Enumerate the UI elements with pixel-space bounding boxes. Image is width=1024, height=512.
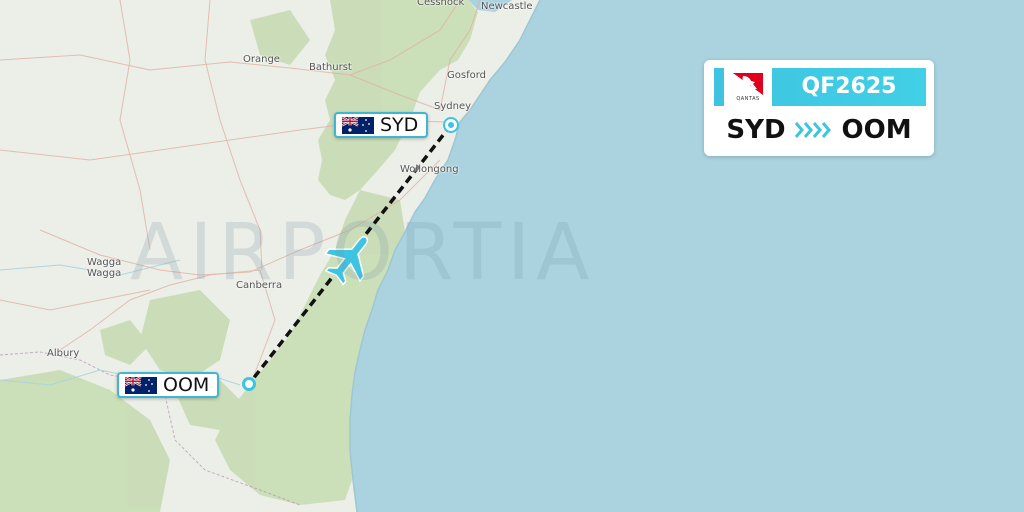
route-summary: SYD OOM [704, 112, 934, 148]
destination-airport-code: OOM [163, 374, 210, 396]
qantas-kangaroo-logo: QANTAS [724, 68, 772, 106]
place-label: Wollongong [400, 164, 459, 175]
place-label: Newcastle [481, 1, 533, 12]
flight-number: QF2625 [801, 74, 897, 99]
origin-airport-code: SYD [380, 114, 419, 136]
place-label: Wagga [87, 257, 122, 268]
watermark: AIRPORTIA [130, 208, 596, 298]
flight-info-card[interactable]: QANTAS QF2625 SYD OOM [704, 60, 934, 156]
place-label: Canberra [236, 280, 283, 291]
place-label: Wagga [87, 268, 122, 279]
chevrons-right-icon [794, 120, 834, 140]
place-label: Gosford [447, 70, 486, 81]
place-label: Cessnock [417, 0, 465, 8]
destination-airport-dot[interactable] [242, 377, 256, 391]
destination-airport-tag[interactable]: OOM [117, 372, 220, 398]
origin-airport-dot[interactable] [445, 119, 457, 131]
australia-flag-icon [125, 376, 157, 394]
australia-flag-icon [342, 116, 374, 134]
place-label: Orange [243, 54, 280, 65]
place-label: Albury [47, 348, 80, 359]
origin-airport-tag[interactable]: SYD [334, 112, 429, 138]
route-destination-code: OOM [841, 115, 912, 145]
route-origin-code: SYD [726, 115, 786, 145]
place-label: Bathurst [309, 62, 352, 73]
place-label: Sydney [434, 101, 472, 112]
